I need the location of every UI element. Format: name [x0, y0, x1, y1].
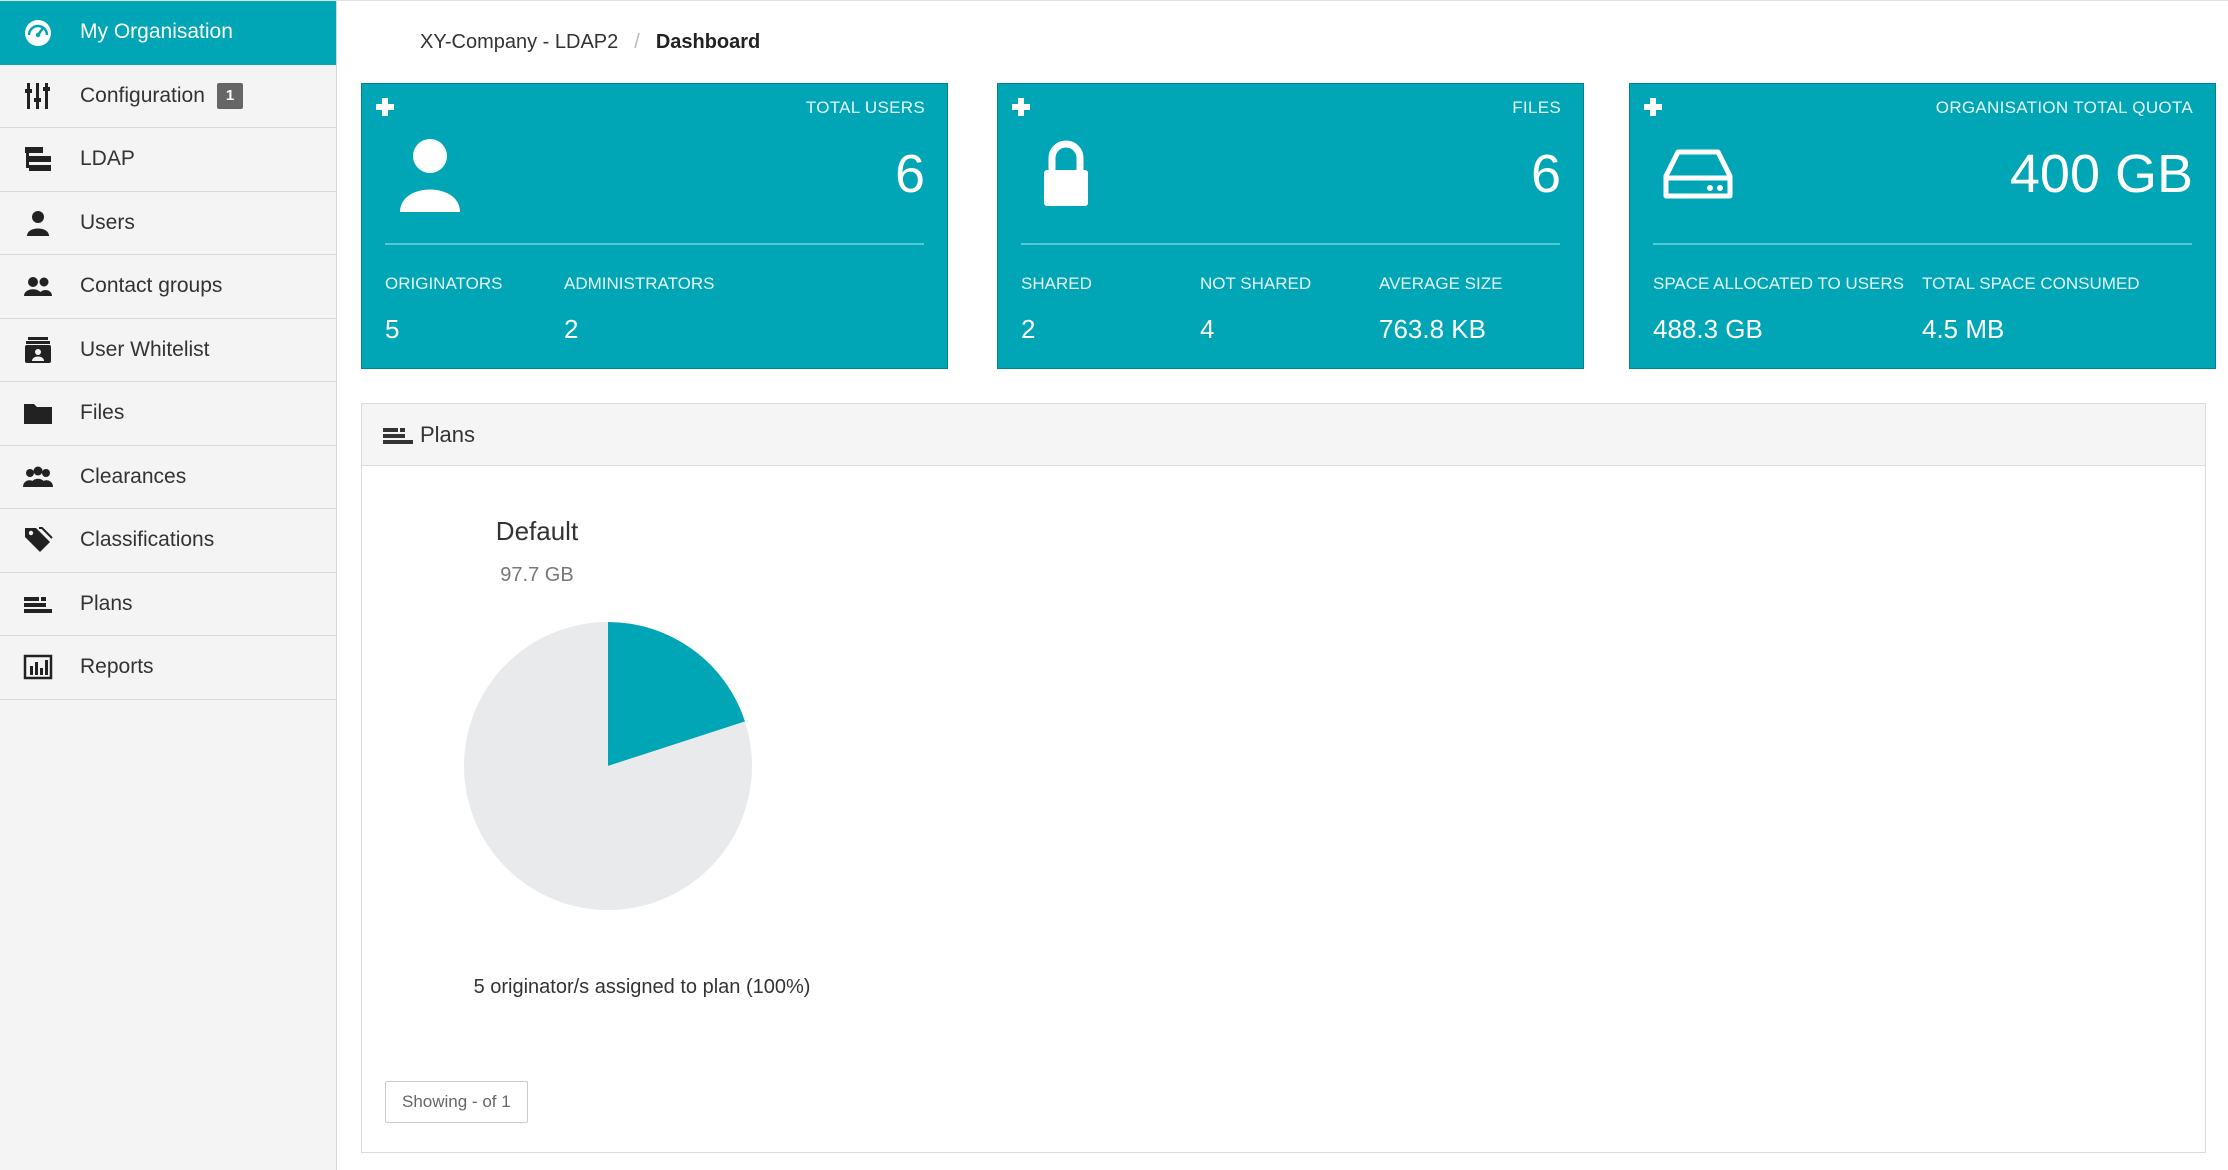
card-divider: [385, 243, 924, 245]
files-value: 6: [1530, 144, 1561, 204]
notification-badge: 1: [216, 82, 244, 109]
total-users-value: 6: [894, 144, 925, 204]
total-users-card: TOTAL USERS 6 ORIGINATORS 5 ADMINISTRATO…: [361, 83, 948, 369]
stat-value: 5: [385, 314, 400, 344]
lock-icon: [1044, 140, 1088, 206]
stat-label: ORIGINATORS: [385, 274, 503, 293]
main-content: XY-Company - LDAP2 / Dashboard TOTAL USE…: [337, 1, 2228, 1170]
folder-icon: [22, 397, 54, 429]
breadcrumb-parent[interactable]: XY-Company - LDAP2: [420, 31, 618, 54]
card-title: TOTAL USERS: [805, 98, 925, 117]
sidebar-item-user-whitelist[interactable]: User Whitelist: [0, 318, 336, 382]
card-title: ORGANISATION TOTAL QUOTA: [1935, 98, 2193, 117]
sidebar-item-label: Files: [80, 401, 125, 425]
plans-icon: [22, 588, 54, 620]
panel-title: Plans: [420, 421, 476, 447]
sidebar-item-label: Configuration: [80, 83, 205, 107]
sidebar-item-users[interactable]: Users: [0, 191, 336, 255]
sidebar-item-classifications[interactable]: Classifications: [0, 509, 336, 573]
stat-label: AVERAGE SIZE: [1379, 274, 1503, 293]
sidebar-item-label: Contact groups: [80, 274, 223, 298]
stat-label: ADMINISTRATORS: [564, 274, 715, 293]
stat-value: 2: [564, 314, 579, 344]
sidebar-item-label: Reports: [80, 655, 154, 679]
plans-icon: [383, 427, 413, 444]
stat-label: NOT SHARED: [1200, 274, 1312, 293]
space-allocated-stat: SPACE ALLOCATED TO USERS 488.3 GB: [1653, 274, 1904, 345]
sidebar-item-label: Plans: [80, 591, 133, 615]
not-shared-stat: NOT SHARED 4: [1200, 274, 1311, 345]
card-divider: [1653, 243, 2192, 245]
user-icon: [22, 207, 54, 239]
stat-value: 2: [1021, 314, 1036, 344]
plan-assignment-text: 5 originator/s assigned to plan (100%): [473, 976, 811, 998]
sidebar-item-label: User Whitelist: [80, 337, 210, 361]
average-size-stat: AVERAGE SIZE 763.8 KB: [1379, 274, 1502, 345]
sidebar-item-plans[interactable]: Plans: [0, 572, 336, 636]
sidebar-item-my-organisation[interactable]: My Organisation: [0, 1, 336, 65]
whitelist-icon: [22, 334, 54, 366]
plus-icon[interactable]: [1010, 96, 1032, 118]
pagination-button[interactable]: Showing - of 1: [385, 1081, 528, 1123]
breadcrumb-current: Dashboard: [655, 31, 761, 53]
sidebar: My Organisation Configuration 1 LDAP Use…: [0, 1, 337, 1170]
sidebar-item-label: Classifications: [80, 528, 215, 552]
sidebar-item-contact-groups[interactable]: Contact groups: [0, 255, 336, 319]
plans-panel: Plans Default 97.7 GB 5 originator/s ass…: [361, 403, 2206, 1153]
sidebar-item-reports[interactable]: Reports: [0, 636, 336, 700]
card-title: FILES: [1512, 98, 1561, 117]
plan-note: 5 originator/s assigned to plan (100%): [362, 976, 1062, 999]
sidebar-item-label: My Organisation: [80, 20, 233, 44]
sidebar-item-configuration[interactable]: Configuration 1: [0, 64, 336, 128]
shared-stat: SHARED 2: [1021, 274, 1092, 345]
breadcrumb-separator: /: [634, 31, 640, 53]
sidebar-item-label: Clearances: [80, 464, 187, 488]
plan-pie-chart: [464, 622, 752, 910]
stat-label: SPACE ALLOCATED TO USERS: [1653, 274, 1904, 293]
files-card: FILES 6 SHARED 2 NOT SHARED 4 AVERAGE SI…: [997, 83, 1584, 369]
administrators-stat: ADMINISTRATORS 2: [564, 274, 715, 345]
reports-icon: [22, 651, 54, 683]
stat-value: 488.3 GB: [1653, 314, 1763, 344]
originators-stat: ORIGINATORS 5: [385, 274, 502, 345]
user-icon: [400, 139, 460, 212]
card-divider: [1021, 243, 1560, 245]
sidebar-item-ldap[interactable]: LDAP: [0, 128, 336, 192]
plan-name: Default: [495, 516, 579, 546]
space-consumed-stat: TOTAL SPACE CONSUMED 4.5 MB: [1922, 274, 2140, 345]
stat-label: TOTAL SPACE CONSUMED: [1922, 274, 2140, 293]
sidebar-item-clearances[interactable]: Clearances: [0, 445, 336, 509]
sidebar-item-label: Users: [80, 210, 135, 234]
app-root: My Organisation Configuration 1 LDAP Use…: [0, 0, 2228, 1170]
stat-value: 763.8 KB: [1379, 314, 1486, 344]
ldap-icon: [22, 143, 54, 175]
sidebar-item-files[interactable]: Files: [0, 382, 336, 446]
quota-value: 400 GB: [2009, 144, 2193, 204]
plan-size: 97.7 GB: [500, 564, 574, 586]
dashboard-icon: [22, 16, 54, 48]
breadcrumb: XY-Company - LDAP2 / Dashboard: [420, 31, 760, 54]
clearances-icon: [22, 461, 54, 493]
plus-icon[interactable]: [374, 96, 396, 118]
sliders-icon: [22, 80, 54, 112]
tags-icon: [22, 524, 54, 556]
hard-drive-icon: [1663, 149, 1733, 199]
quota-card: ORGANISATION TOTAL QUOTA 400 GB SPACE AL…: [1629, 83, 2216, 369]
stat-value: 4.5 MB: [1922, 314, 2005, 344]
group-icon: [22, 270, 54, 302]
plus-icon[interactable]: [1642, 96, 1664, 118]
pie-svg: [464, 622, 752, 910]
stat-value: 4: [1200, 314, 1215, 344]
sidebar-item-label: LDAP: [80, 147, 135, 171]
stat-label: SHARED: [1021, 274, 1092, 293]
plans-panel-header: Plans: [362, 404, 2205, 466]
